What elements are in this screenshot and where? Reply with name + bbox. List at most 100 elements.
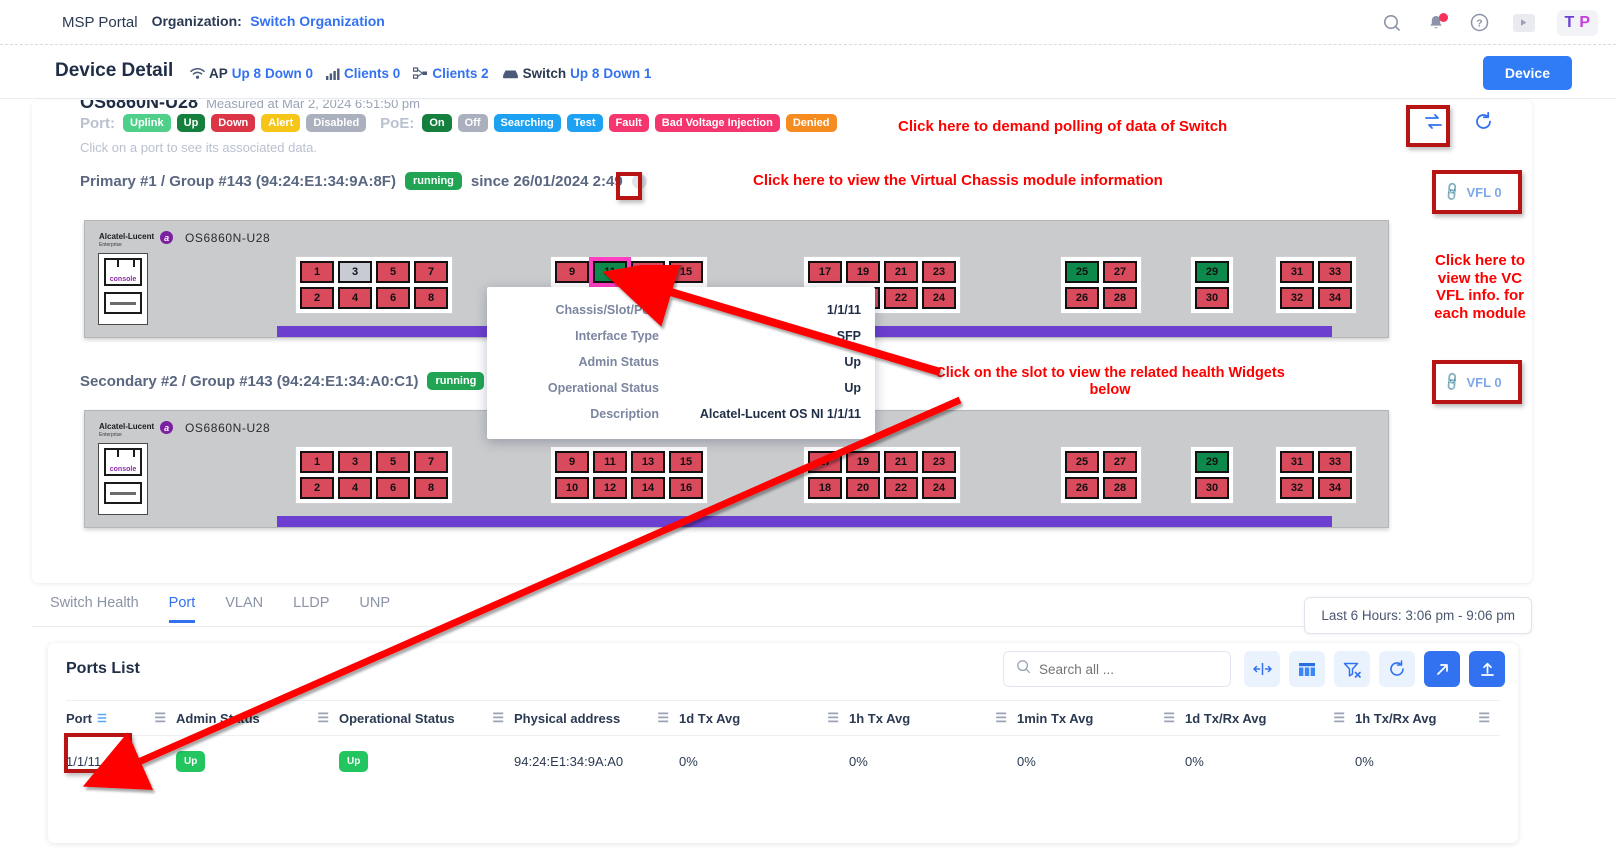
port-5[interactable]: 5 [376,451,410,473]
port-31[interactable]: 31 [1280,261,1314,283]
port-21[interactable]: 21 [884,451,918,473]
column-menu-icon[interactable]: ☰ [1478,710,1490,726]
port-3[interactable]: 3 [338,451,372,473]
stat-switch[interactable]: Switch Up 8 Down 1 [502,66,651,81]
columns-icon[interactable] [1289,651,1325,687]
port-20[interactable]: 20 [846,477,880,499]
port-11[interactable]: 11 [593,451,627,473]
port-1[interactable]: 1 [300,451,334,473]
organization-value-link[interactable]: Switch Organization [250,13,385,29]
port-27[interactable]: 27 [1103,261,1137,283]
avatar[interactable]: T P [1556,9,1598,36]
port-32[interactable]: 32 [1280,287,1314,309]
port-17[interactable]: 17 [808,261,842,283]
port-9[interactable]: 9 [555,261,589,283]
search-box[interactable] [1003,651,1231,687]
stat-clients-wired[interactable]: Clients 2 [413,66,489,81]
port-28[interactable]: 28 [1103,287,1137,309]
port-8[interactable]: 8 [414,477,448,499]
port-24[interactable]: 24 [922,477,956,499]
port-22[interactable]: 22 [884,477,918,499]
fit-columns-icon[interactable] [1244,651,1280,687]
port-6[interactable]: 6 [376,287,410,309]
column-menu-icon[interactable]: ☰ [827,710,839,726]
column-header-admin-status[interactable]: Admin Status ☰ [176,710,339,726]
port-21[interactable]: 21 [884,261,918,283]
vfl-badge-primary[interactable]: 🔗 VFL 0 [1432,175,1514,209]
column-menu-icon[interactable]: ☰ [492,710,504,726]
port-15[interactable]: 15 [669,261,703,283]
port-19[interactable]: 19 [846,451,880,473]
column-menu-icon[interactable]: ☰ [995,710,1007,726]
stat-ap[interactable]: AP Up 8 Down 0 [190,66,313,81]
tab-switch-health[interactable]: Switch Health [50,595,139,623]
port-2[interactable]: 2 [300,477,334,499]
port-3[interactable]: 3 [338,261,372,283]
column-menu-icon[interactable]: ☰ [1333,710,1345,726]
tab-port[interactable]: Port [168,595,196,623]
help-icon[interactable]: ? [1469,12,1491,34]
refresh-button[interactable] [1464,105,1502,137]
port-11[interactable]: 11 [589,257,631,287]
column-header-1d-tx-avg[interactable]: 1d Tx Avg ☰ [679,710,849,726]
table-row[interactable]: 1/1/11 Up Up 94:24:E1:34:9A:A0 0% 0% 0% … [66,736,1500,786]
port-14[interactable]: 14 [631,477,665,499]
column-menu-icon[interactable]: ☰ [1163,710,1175,726]
port-26[interactable]: 26 [1065,477,1099,499]
demand-poll-button[interactable] [1414,105,1452,137]
play-icon[interactable] [1512,12,1535,34]
port-27[interactable]: 27 [1103,451,1137,473]
tab-lldp[interactable]: LLDP [293,595,329,623]
port-17[interactable]: 17 [808,451,842,473]
column-header-operational-status[interactable]: Operational Status ☰ [339,710,514,726]
port-10[interactable]: 10 [555,477,589,499]
refresh-icon[interactable] [1379,651,1415,687]
port-15[interactable]: 15 [669,451,703,473]
export-icon[interactable] [1469,651,1505,687]
port-33[interactable]: 33 [1318,451,1352,473]
port-23[interactable]: 23 [922,451,956,473]
port-18[interactable]: 18 [808,477,842,499]
port-23[interactable]: 23 [922,261,956,283]
port-34[interactable]: 34 [1318,287,1352,309]
stat-clients-wireless[interactable]: Clients 0 [326,66,400,81]
port-7[interactable]: 7 [414,261,448,283]
port-13[interactable]: 13 [631,451,665,473]
port-1[interactable]: 1 [300,261,334,283]
port-6[interactable]: 6 [376,477,410,499]
search-icon[interactable] [1381,12,1403,34]
port-12[interactable]: 12 [593,477,627,499]
port-25[interactable]: 25 [1065,261,1099,283]
port-2[interactable]: 2 [300,287,334,309]
vfl-badge-secondary[interactable]: 🔗 VFL 0 [1432,365,1514,399]
column-header-port[interactable]: Port ☰ ☰ [66,710,176,726]
port-29[interactable]: 29 [1195,261,1229,283]
column-menu-icon[interactable]: ☰ [657,710,669,726]
port-22[interactable]: 22 [884,287,918,309]
tab-vlan[interactable]: VLAN [225,595,263,623]
port-29[interactable]: 29 [1195,451,1229,473]
port-7[interactable]: 7 [414,451,448,473]
device-button[interactable]: Device [1482,56,1572,90]
port-31[interactable]: 31 [1280,451,1314,473]
port-30[interactable]: 30 [1195,477,1229,499]
bell-icon[interactable] [1425,12,1448,34]
port-13[interactable]: 13 [631,261,665,283]
port-4[interactable]: 4 [338,287,372,309]
port-19[interactable]: 19 [846,261,880,283]
port-26[interactable]: 26 [1065,287,1099,309]
port-25[interactable]: 25 [1065,451,1099,473]
filter-icon[interactable]: ☰ [97,712,107,725]
port-8[interactable]: 8 [414,287,448,309]
port-30[interactable]: 30 [1195,287,1229,309]
search-input[interactable] [1039,661,1209,677]
port-24[interactable]: 24 [922,287,956,309]
port-5[interactable]: 5 [376,261,410,283]
port-4[interactable]: 4 [338,477,372,499]
column-menu-icon[interactable]: ☰ [154,710,166,726]
date-range-picker[interactable]: Last 6 Hours: 3:06 pm - 9:06 pm [1304,597,1532,634]
port-28[interactable]: 28 [1103,477,1137,499]
clear-filter-icon[interactable] [1334,651,1370,687]
column-header-1h-txrx-avg[interactable]: 1h Tx/Rx Avg ☰ [1355,710,1500,726]
column-menu-icon[interactable]: ☰ [317,710,329,726]
